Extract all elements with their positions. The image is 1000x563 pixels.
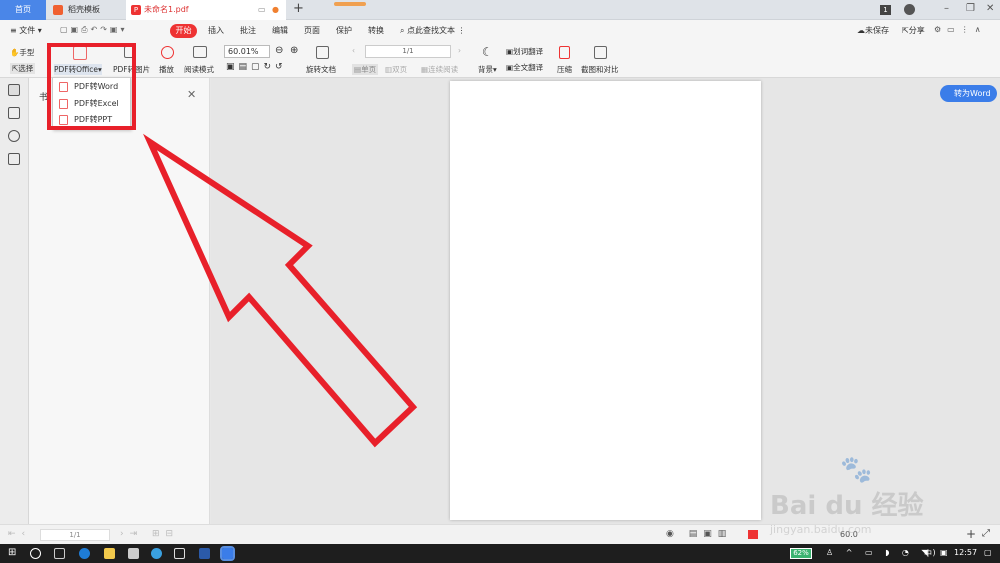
- watermark-brand: Bai du 经验: [770, 491, 924, 521]
- wps-pdf-app-icon[interactable]: [220, 546, 235, 561]
- windows-start-icon[interactable]: ⊞: [8, 547, 16, 558]
- clock-time[interactable]: 12:57: [954, 548, 977, 557]
- tray-app-icon[interactable]: ▣: [940, 548, 948, 557]
- paw-icon: 🐾: [840, 455, 873, 485]
- play-status-icon[interactable]: [748, 530, 758, 539]
- search-taskbar-icon[interactable]: [30, 548, 41, 559]
- mail-icon[interactable]: [174, 548, 185, 559]
- status-page-input[interactable]: 1/1: [40, 529, 110, 541]
- battery-badge[interactable]: 62%: [790, 548, 812, 559]
- notification-icon[interactable]: ▢: [984, 548, 992, 557]
- arrow-shape: [143, 133, 418, 448]
- page-nav-next-icons[interactable]: ›⇥ ⊞⊟: [120, 529, 179, 539]
- ime-indicator[interactable]: 中: [924, 548, 932, 559]
- baidu-watermark: 🐾 Bai du 经验 jingyan.baidu.com: [770, 455, 995, 545]
- task-view-icon[interactable]: [54, 548, 65, 559]
- word-app-icon[interactable]: [199, 548, 210, 559]
- page-nav-prev-icons[interactable]: ⇤‹: [8, 529, 31, 539]
- windows-taskbar: ⊞ 62% ♙ ^ ▭ ◗ ◔ ◥) 中 ▣ 12:57 ▢: [0, 544, 1000, 563]
- store-icon[interactable]: [128, 548, 139, 559]
- explorer-icon[interactable]: [104, 548, 115, 559]
- clock-app-icon[interactable]: [151, 548, 162, 559]
- edge-icon[interactable]: [79, 548, 90, 559]
- watermark-url: jingyan.baidu.com: [770, 523, 872, 536]
- view-icons[interactable]: ◉ ▤▣▥: [666, 529, 732, 539]
